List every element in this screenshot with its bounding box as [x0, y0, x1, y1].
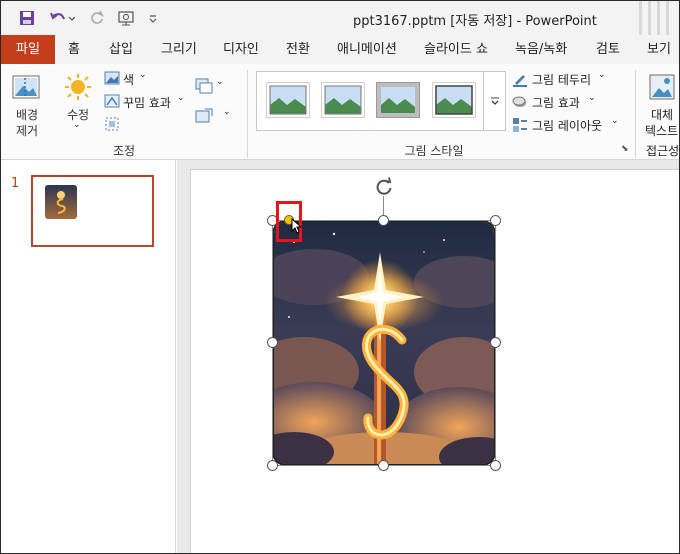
- tab-transitions[interactable]: 전환: [286, 35, 310, 64]
- picture-style-3[interactable]: [376, 82, 420, 118]
- redo-icon[interactable]: [87, 8, 107, 28]
- ribbon-separator: [635, 70, 636, 158]
- picture-border-button[interactable]: 그림 테두리: [532, 71, 591, 88]
- ribbon-tabs: 파일 홈 삽입 그리기 디자인 전환 애니메이션 슬라이드 쇼 녹음/녹화 검토…: [1, 35, 679, 64]
- picture-layout-dropdown-icon[interactable]: ⌄: [611, 116, 619, 126]
- slide-number: 1: [11, 176, 20, 191]
- color-button[interactable]: 색: [123, 71, 134, 88]
- resize-handle-right[interactable]: [490, 337, 501, 348]
- window-title: ppt3167.pptm [자동 저장] - PowerPoint: [353, 14, 597, 29]
- resize-handle-bottom-right[interactable]: [490, 460, 501, 471]
- gallery-more-icon[interactable]: [483, 71, 506, 131]
- picture-layout-button[interactable]: 그림 레이아웃: [532, 117, 602, 134]
- change-picture-dropdown-icon[interactable]: ⌄: [223, 107, 231, 117]
- group-label-adjust: 조정: [112, 144, 136, 158]
- ribbon: 배경 제거 수정 ⌄ 색 ⌄ 꾸밈 효과 ⌄ ⌄ ⌄ 조정 그림 테두리 ⌄ 그…: [1, 64, 679, 160]
- picture-border-icon[interactable]: [512, 71, 528, 87]
- change-picture-icon[interactable]: [195, 108, 213, 124]
- picture-styles-gallery: [256, 71, 506, 131]
- tab-file[interactable]: 파일: [1, 35, 55, 64]
- compress-dropdown-icon[interactable]: ⌄: [216, 77, 224, 87]
- group-label-picture-styles: 그림 스타일: [404, 144, 464, 158]
- corrections-sun-icon[interactable]: [63, 72, 93, 102]
- tab-design[interactable]: 디자인: [223, 35, 259, 64]
- tab-slideshow[interactable]: 슬라이드 쇼: [424, 35, 488, 64]
- slide-thumbnail-1[interactable]: [31, 175, 154, 247]
- corrections-dropdown-icon[interactable]: ⌄: [73, 120, 81, 130]
- tab-animations[interactable]: 애니메이션: [337, 35, 397, 64]
- resize-handle-left[interactable]: [267, 337, 278, 348]
- tab-draw[interactable]: 그리기: [161, 35, 197, 64]
- tab-insert[interactable]: 삽입: [109, 35, 133, 64]
- group-label-accessibility: 접근성: [646, 144, 680, 158]
- resize-handle-bottom[interactable]: [378, 460, 389, 471]
- compress-pictures-icon[interactable]: [195, 78, 213, 94]
- tab-review[interactable]: 검토: [596, 35, 620, 64]
- artistic-effects-dropdown-icon[interactable]: ⌄: [177, 93, 185, 103]
- picture-style-1[interactable]: [266, 82, 310, 118]
- undo-icon[interactable]: [47, 8, 77, 28]
- selection-border: [272, 220, 496, 466]
- resize-handle-top-right[interactable]: [490, 215, 501, 226]
- picture-style-4[interactable]: [432, 82, 476, 118]
- color-icon[interactable]: [104, 71, 120, 85]
- remove-background-label-1: 배경: [15, 108, 39, 122]
- alt-text-icon[interactable]: [648, 72, 678, 102]
- mouse-pointer-icon: [291, 217, 303, 237]
- rotate-handle-icon[interactable]: [374, 177, 394, 197]
- dialog-launcher-icon[interactable]: ⬊: [621, 144, 629, 154]
- artistic-effects-icon[interactable]: [104, 94, 120, 108]
- remove-background-icon[interactable]: [11, 72, 43, 102]
- transparency-icon[interactable]: [104, 116, 120, 132]
- picture-effects-icon[interactable]: [512, 94, 528, 110]
- ribbon-separator: [247, 70, 248, 158]
- picture-style-2[interactable]: [321, 82, 365, 118]
- alt-text-label-2: 텍스트: [645, 124, 679, 138]
- picture-layout-icon[interactable]: [512, 117, 528, 133]
- slide-thumbnail-picture: [45, 185, 77, 219]
- picture-effects-dropdown-icon[interactable]: ⌄: [588, 93, 596, 103]
- slide-thumbnail-pane: 1: [1, 160, 176, 553]
- tab-home[interactable]: 홈: [68, 35, 80, 64]
- color-dropdown-icon[interactable]: ⌄: [139, 70, 147, 80]
- present-icon[interactable]: [115, 8, 137, 28]
- picture-border-dropdown-icon[interactable]: ⌄: [598, 70, 606, 80]
- customize-icon[interactable]: [145, 8, 161, 28]
- resize-handle-top[interactable]: [378, 215, 389, 226]
- alt-text-label-1: 대체: [651, 108, 674, 122]
- tab-view[interactable]: 보기: [647, 35, 671, 64]
- save-icon[interactable]: [17, 8, 37, 28]
- window-controls-decoration: [619, 1, 669, 35]
- tab-record[interactable]: 녹음/녹화: [515, 35, 567, 64]
- remove-background-label-2: 제거: [15, 124, 39, 138]
- title-bar: ppt3167.pptm [자동 저장] - PowerPoint: [1, 1, 679, 35]
- artistic-effects-button[interactable]: 꾸밈 효과: [123, 94, 171, 111]
- resize-handle-bottom-left[interactable]: [267, 460, 278, 471]
- picture-effects-button[interactable]: 그림 효과: [532, 94, 580, 111]
